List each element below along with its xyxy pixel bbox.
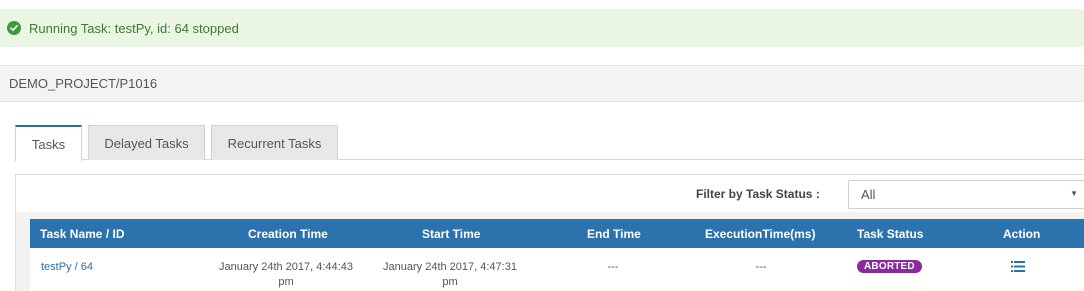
success-alert: Running Task: testPy, id: 64 stopped (0, 9, 1084, 47)
check-circle-icon (7, 21, 21, 35)
table-row: testPy / 64 January 24th 2017, 4:44:43 p… (30, 248, 1084, 291)
tasks-table: Task Name / ID Creation Time Start Time … (16, 212, 1084, 291)
header-task-status[interactable]: Task Status (857, 219, 923, 248)
task-tabs: Tasks Delayed Tasks Recurrent Tasks (15, 125, 1084, 161)
tab-recurrent-tasks[interactable]: Recurrent Tasks (211, 125, 338, 160)
filter-selected-value: All (861, 187, 876, 202)
execution-time-cell: --- (755, 261, 767, 273)
end-time-cell: --- (607, 261, 619, 273)
task-name-link[interactable]: testPy / 64 (41, 260, 93, 275)
header-task-name[interactable]: Task Name / ID (40, 219, 124, 248)
start-time-cell: January 24th 2017, 4:47:31 pm (383, 261, 517, 288)
chevron-down-icon: ▼ (1070, 189, 1078, 198)
breadcrumb: DEMO_PROJECT/P1016 (0, 65, 1084, 102)
table-header: Task Name / ID Creation Time Start Time … (30, 219, 1084, 248)
header-start-time[interactable]: Start Time (422, 219, 480, 248)
tab-delayed-tasks[interactable]: Delayed Tasks (88, 125, 205, 160)
tasks-panel: Filter by Task Status : All ▼ Task Name … (15, 174, 1084, 291)
alert-message: Running Task: testPy, id: 64 stopped (29, 20, 239, 36)
breadcrumb-path: DEMO_PROJECT/P1016 (9, 76, 158, 91)
tab-tasks[interactable]: Tasks (15, 125, 82, 161)
header-end-time[interactable]: End Time (587, 219, 641, 248)
creation-time-cell: January 24th 2017, 4:44:43 pm (219, 261, 353, 288)
header-execution-time[interactable]: ExecutionTime(ms) (705, 219, 815, 248)
header-action: Action (1003, 226, 1041, 241)
header-creation-time[interactable]: Creation Time (248, 219, 328, 248)
list-icon[interactable] (1011, 260, 1025, 272)
filter-label: Filter by Task Status : (696, 187, 820, 201)
task-status-filter-select[interactable]: All ▼ (848, 180, 1084, 209)
status-badge: ABORTED (857, 260, 922, 273)
